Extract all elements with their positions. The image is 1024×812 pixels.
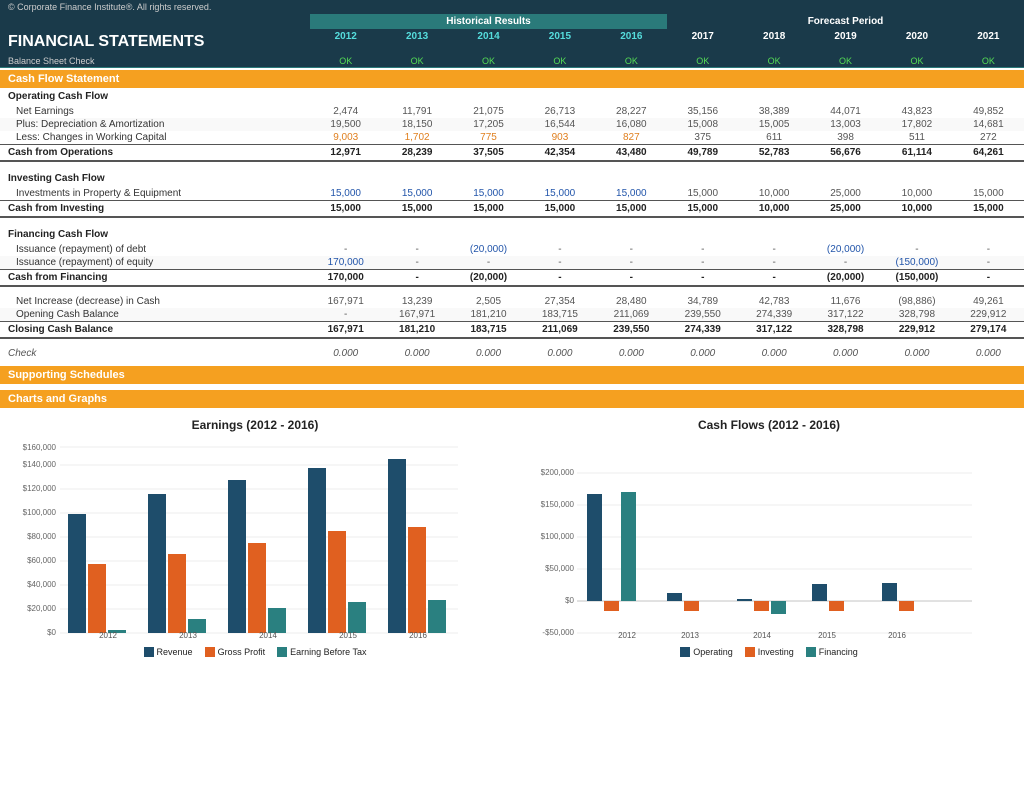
debt-row: Issuance (repayment) of debt - - (20,000…: [0, 243, 1024, 256]
cash-flow-section-header: Cash Flow Statement: [0, 70, 1024, 88]
svg-text:-$50,000: -$50,000: [542, 628, 574, 637]
legend-revenue: Revenue: [144, 647, 193, 657]
svg-text:2013: 2013: [179, 631, 197, 640]
legend-operating-box: [680, 647, 690, 657]
svg-text:2013: 2013: [681, 631, 699, 640]
cashflows-chart-svg: -$50,000 $0 $50,000 $100,000 $150,000 $2…: [522, 440, 982, 640]
svg-text:2016: 2016: [888, 631, 906, 640]
check-val-7: OK: [810, 55, 881, 67]
closing-cash-row: Closing Cash Balance 167,971 181,210 183…: [0, 321, 1024, 339]
svg-text:$150,000: $150,000: [541, 500, 575, 509]
opening-cash-row: Opening Cash Balance - 167,971 181,210 1…: [0, 308, 1024, 321]
svg-text:$40,000: $40,000: [27, 580, 56, 589]
investments-property-row: Investments in Property & Equipment 15,0…: [0, 187, 1024, 200]
svg-text:$60,000: $60,000: [27, 556, 56, 565]
year-2018: 2018: [738, 29, 809, 55]
check-val-1: OK: [381, 55, 452, 67]
year-2019: 2019: [810, 29, 881, 55]
top-bar: © Corporate Finance Institute®. All righ…: [0, 0, 1024, 14]
legend-investing: Investing: [745, 647, 794, 657]
svg-text:$80,000: $80,000: [27, 532, 56, 541]
legend-revenue-box: [144, 647, 154, 657]
earnings-chart-title: Earnings (2012 - 2016): [8, 418, 502, 432]
operating-cf-header: Operating Cash Flow: [0, 88, 1024, 105]
net-increase-row: Net Increase (decrease) in Cash 167,971 …: [0, 295, 1024, 308]
legend-gross-profit: Gross Profit: [205, 647, 266, 657]
svg-text:$100,000: $100,000: [23, 508, 57, 517]
svg-text:$0: $0: [565, 596, 574, 605]
svg-text:2012: 2012: [99, 631, 117, 640]
fore-group-label: Forecast Period: [667, 14, 1024, 29]
balance-sheet-check-row: Balance Sheet Check OK OK OK OK OK OK OK…: [0, 55, 1024, 68]
hist-group-label: Historical Results: [310, 14, 667, 29]
year-2017: 2017: [667, 29, 738, 55]
legend-financing-box: [806, 647, 816, 657]
check-label: Balance Sheet Check: [0, 55, 310, 67]
cashflows-legend: Operating Investing Financing: [522, 647, 1016, 657]
check-val-6: OK: [738, 55, 809, 67]
svg-text:$20,000: $20,000: [27, 604, 56, 613]
page-title: FINANCIAL STATEMENTS: [8, 33, 204, 50]
column-groups: Historical Results Forecast Period: [0, 14, 1024, 29]
depreciation-row: Plus: Depreciation & Amortization 19,500…: [0, 118, 1024, 131]
check-val-4: OK: [596, 55, 667, 67]
earnings-chart-svg: $0 $20,000 $40,000 $60,000 $80,000 $100,…: [8, 440, 468, 640]
svg-text:$100,000: $100,000: [541, 532, 575, 541]
svg-text:$120,000: $120,000: [23, 484, 57, 493]
legend-investing-box: [745, 647, 755, 657]
svg-text:2015: 2015: [339, 631, 357, 640]
svg-text:2015: 2015: [818, 631, 836, 640]
charts-area: Earnings (2012 - 2016) $0 $20,000 $40,00…: [0, 408, 1024, 667]
working-capital-row: Less: Changes in Working Capital 9,003 1…: [0, 131, 1024, 144]
supporting-schedules-header: Supporting Schedules: [0, 366, 1024, 384]
legend-gross-profit-box: [205, 647, 215, 657]
svg-text:2012: 2012: [618, 631, 636, 640]
legend-ebt-box: [277, 647, 287, 657]
earnings-chart: Earnings (2012 - 2016) $0 $20,000 $40,00…: [8, 418, 502, 657]
svg-text:$160,000: $160,000: [23, 443, 57, 452]
svg-text:$0: $0: [47, 628, 56, 637]
check-val-5: OK: [667, 55, 738, 67]
svg-text:2014: 2014: [753, 631, 771, 640]
net-earnings-row: Net Earnings 2,474 11,791 21,075 26,713 …: [0, 105, 1024, 118]
check-val-9: OK: [953, 55, 1024, 67]
year-2013: 2013: [381, 29, 452, 55]
year-2016: 2016: [596, 29, 667, 55]
financing-cf-header: Financing Cash Flow: [0, 226, 1024, 243]
cashflows-chart-title: Cash Flows (2012 - 2016): [522, 418, 1016, 432]
check-val-2: OK: [453, 55, 524, 67]
svg-text:$140,000: $140,000: [23, 460, 57, 469]
year-2015: 2015: [524, 29, 595, 55]
year-2014: 2014: [453, 29, 524, 55]
svg-text:$50,000: $50,000: [545, 564, 574, 573]
charts-graphs-header: Charts and Graphs: [0, 390, 1024, 408]
cash-from-operations-row: Cash from Operations 12,971 28,239 37,50…: [0, 144, 1024, 162]
cash-from-financing-row: Cash from Financing 170,000 - (20,000) -…: [0, 269, 1024, 287]
cash-from-investing-row: Cash from Investing 15,000 15,000 15,000…: [0, 200, 1024, 218]
year-2020: 2020: [881, 29, 952, 55]
years-header: FINANCIAL STATEMENTS 2012 2013 2014 2015…: [0, 29, 1024, 55]
svg-text:2014: 2014: [259, 631, 277, 640]
equity-row: Issuance (repayment) of equity 170,000 -…: [0, 256, 1024, 269]
check-val-0: OK: [310, 55, 381, 67]
svg-text:2016: 2016: [409, 631, 427, 640]
check-italic-row: Check 0.000 0.000 0.000 0.000 0.000 0.00…: [0, 347, 1024, 360]
earnings-legend: Revenue Gross Profit Earning Before Tax: [8, 647, 502, 657]
year-2012: 2012: [310, 29, 381, 55]
cashflows-chart: Cash Flows (2012 - 2016) -$50,000 $0 $50…: [522, 418, 1016, 657]
year-2021: 2021: [953, 29, 1024, 55]
svg-text:$200,000: $200,000: [541, 468, 575, 477]
check-val-8: OK: [881, 55, 952, 67]
legend-operating: Operating: [680, 647, 733, 657]
check-val-3: OK: [524, 55, 595, 67]
legend-ebt: Earning Before Tax: [277, 647, 366, 657]
investing-cf-header: Investing Cash Flow: [0, 170, 1024, 187]
legend-financing: Financing: [806, 647, 858, 657]
